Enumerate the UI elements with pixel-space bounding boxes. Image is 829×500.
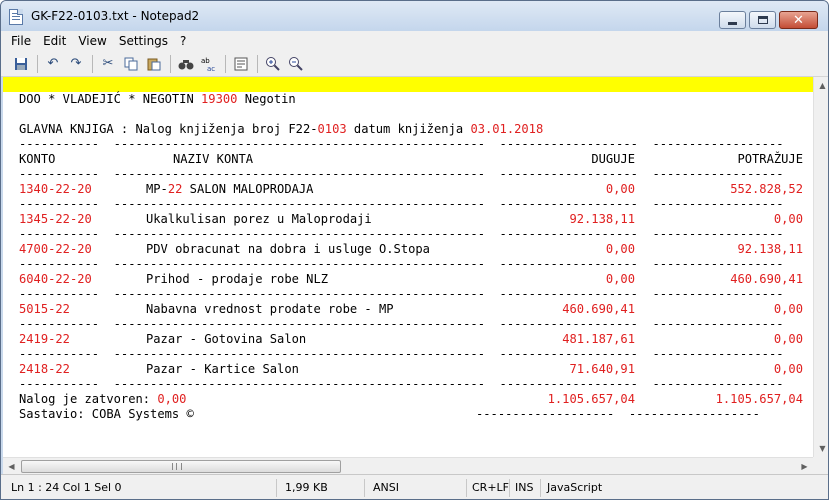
redo-icon[interactable]: ↷: [67, 55, 85, 73]
close-icon: ✕: [793, 12, 804, 28]
scroll-up-icon[interactable]: ▲: [814, 77, 828, 94]
separator: ----------- ----------------------------…: [19, 287, 784, 301]
horizontal-scroll-thumb[interactable]: [21, 460, 341, 473]
row-duguje: 0,00: [605, 272, 635, 286]
separator: ----------- ----------------------------…: [19, 137, 784, 151]
row-naziv: Nabavna vrednost prodate robe - MP: [146, 302, 394, 316]
col-konto-header: KONTO: [19, 152, 56, 166]
company-line: DOO * VLADEJIĆ * NEGOTIN 19300 Negotin: [19, 92, 296, 106]
separator: ------------------- ------------------: [476, 407, 760, 421]
minimize-icon: [728, 21, 737, 25]
separator: ----------- ----------------------------…: [19, 197, 784, 211]
status-encoding[interactable]: ANSI: [369, 479, 467, 497]
find-icon[interactable]: [177, 55, 195, 73]
notepad-app-icon: [9, 9, 23, 25]
svg-text:ac: ac: [207, 65, 215, 72]
title-bar[interactable]: GK-F22-0103.txt - Notepad2 ✕: [1, 1, 828, 31]
row-duguje: 481.187,61: [562, 332, 635, 346]
status-mode: INS: [511, 479, 541, 497]
row-naziv: Ukalkulisan porez u Maloprodaji: [146, 212, 372, 226]
minimize-button[interactable]: [719, 11, 746, 29]
row-konto: 5015-22: [19, 302, 70, 316]
undo-icon[interactable]: ↶: [44, 55, 62, 73]
row-naziv: Pazar - Gotovina Salon: [146, 332, 307, 346]
closed-line: Nalog je zatvoren: 0,00: [19, 392, 187, 406]
replace-icon[interactable]: ab ac: [200, 55, 218, 73]
row-potrazuje: 552.828,52: [730, 182, 803, 196]
status-size: 1,99 KB: [281, 479, 365, 497]
save-icon[interactable]: [12, 55, 30, 73]
cut-icon[interactable]: ✂: [99, 55, 117, 73]
row-konto: 2418-22: [19, 362, 70, 376]
toolbar: ↶ ↷ ✂ ab ac: [1, 51, 828, 77]
separator: ----------- ----------------------------…: [19, 347, 784, 361]
row-konto: 4700-22-20: [19, 242, 92, 256]
text-editor[interactable]: DOO * VLADEJIĆ * NEGOTIN 19300 Negotin G…: [3, 77, 813, 457]
row-potrazuje: 460.690,41: [730, 272, 803, 286]
wordwrap-icon[interactable]: [232, 55, 250, 73]
row-konto: 1345-22-20: [19, 212, 92, 226]
row-duguje: 0,00: [605, 182, 635, 196]
menu-settings[interactable]: Settings: [113, 31, 174, 51]
scrollbar-corner: [813, 457, 828, 474]
maximize-icon: [757, 16, 768, 24]
status-bar: Ln 1 : 24 Col 1 Sel 0 1,99 KB ANSI CR+LF…: [1, 474, 828, 499]
zoom-out-icon[interactable]: [287, 55, 305, 73]
row-naziv: Pazar - Kartice Salon: [146, 362, 299, 376]
menu-file[interactable]: File: [5, 31, 37, 51]
scroll-down-icon[interactable]: ▼: [814, 440, 828, 457]
paste-icon[interactable]: [145, 55, 163, 73]
svg-text:ab: ab: [201, 57, 210, 65]
row-duguje: 0,00: [605, 242, 635, 256]
col-potrazuje-header: POTRAŽUJE: [737, 152, 803, 166]
row-konto: 6040-22-20: [19, 272, 92, 286]
menu-help[interactable]: ?: [174, 31, 192, 51]
close-button[interactable]: ✕: [779, 11, 818, 29]
row-duguje: 92.138,11: [569, 212, 635, 226]
row-naziv: PDV obracunat na dobra i usluge O.Stopa: [146, 242, 430, 256]
status-lexer[interactable]: JavaScript: [543, 479, 683, 497]
row-potrazuje: 0,00: [773, 212, 803, 226]
scroll-left-icon[interactable]: ◀: [3, 458, 20, 475]
status-eol[interactable]: CR+LF: [468, 479, 510, 497]
row-duguje: 71.640,91: [569, 362, 635, 376]
row-duguje: 460.690,41: [562, 302, 635, 316]
row-potrazuje: 0,00: [773, 302, 803, 316]
vertical-scrollbar[interactable]: ▲ ▼: [813, 77, 828, 457]
separator: ----------- ----------------------------…: [19, 377, 784, 391]
copy-icon[interactable]: [122, 55, 140, 73]
footer-line: Sastavio: COBA Systems ©: [19, 407, 194, 421]
notepad2-window: GK-F22-0103.txt - Notepad2 ✕ File Edit V…: [0, 0, 829, 500]
ledger-header-line: GLAVNA KNJIGA : Nalog knjiženja broj F22…: [19, 122, 544, 136]
separator: ----------- ----------------------------…: [19, 227, 784, 241]
scroll-right-icon[interactable]: ▶: [796, 458, 813, 475]
horizontal-scrollbar[interactable]: ◀ ▶: [3, 457, 813, 474]
separator: ----------- ----------------------------…: [19, 317, 784, 331]
menu-view[interactable]: View: [72, 31, 112, 51]
zoom-in-icon[interactable]: [264, 55, 282, 73]
col-duguje-header: DUGUJE: [591, 152, 635, 166]
current-line-highlight: [3, 77, 813, 92]
row-konto: 2419-22: [19, 332, 70, 346]
total-potrazuje: 1.105.657,04: [715, 392, 803, 406]
menu-bar: File Edit View Settings ?: [1, 31, 828, 51]
row-potrazuje: 0,00: [773, 332, 803, 346]
separator: ----------- ----------------------------…: [19, 167, 784, 181]
menu-edit[interactable]: Edit: [37, 31, 72, 51]
status-position: Ln 1 : 24 Col 1 Sel 0: [7, 479, 277, 497]
row-potrazuje: 0,00: [773, 362, 803, 376]
separator: ----------- ----------------------------…: [19, 257, 784, 271]
total-duguje: 1.105.657,04: [547, 392, 635, 406]
row-naziv: Prihod - prodaje robe NLZ: [146, 272, 329, 286]
col-naziv-header: NAZIV KONTA: [173, 152, 254, 166]
row-konto: 1340-22-20: [19, 182, 92, 196]
window-title: GK-F22-0103.txt - Notepad2: [31, 9, 200, 23]
row-naziv: MP-22 SALON MALOPRODAJA: [146, 182, 314, 196]
row-potrazuje: 92.138,11: [737, 242, 803, 256]
maximize-button[interactable]: [749, 11, 776, 29]
